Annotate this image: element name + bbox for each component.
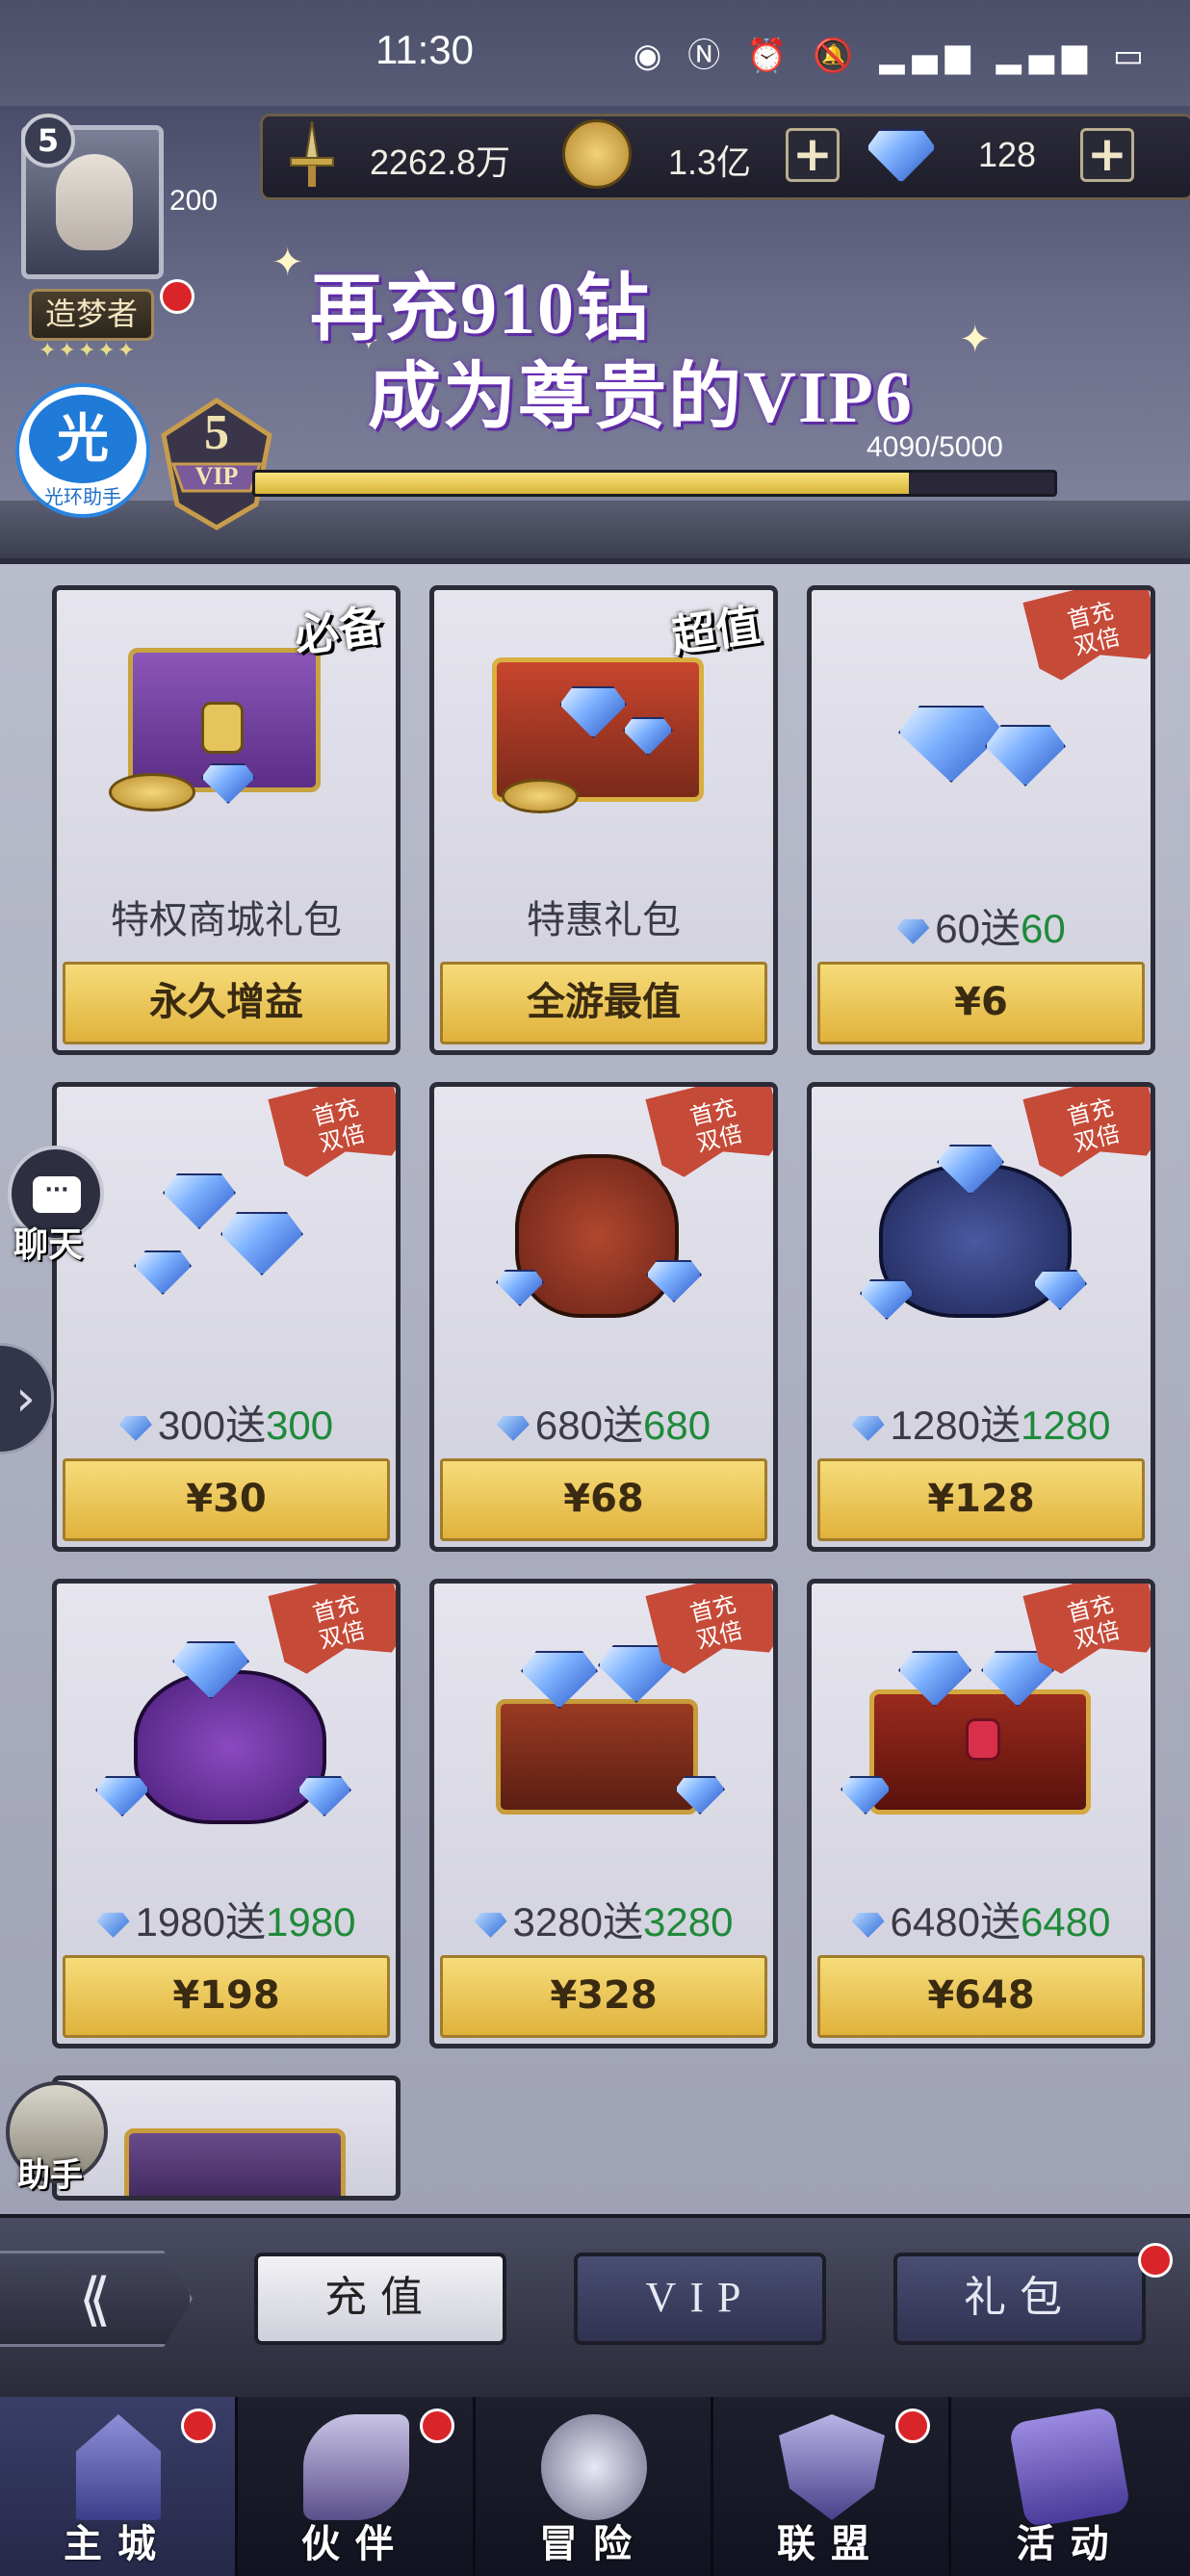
nav-events[interactable]: 活动	[951, 2397, 1189, 2576]
shop-card-diamond-300[interactable]: 首充 双倍 300送300 ¥30	[52, 1082, 401, 1552]
shop-card-privilege-pack[interactable]: 必备 特权商城礼包 永久增益	[52, 585, 401, 1055]
shop-card-special-pack[interactable]: 超值 特惠礼包 全游最值	[429, 585, 778, 1055]
buy-button[interactable]: 全游最值	[440, 962, 767, 1044]
shop-card-diamond-60[interactable]: 首充 双倍 60送60 ¥6	[807, 585, 1155, 1055]
diamond-icon	[474, 1912, 507, 1938]
buy-button[interactable]: ¥68	[440, 1458, 767, 1541]
diamond-amount: 1980送1980	[57, 1890, 396, 1948]
diamond-amount: 300送300	[57, 1393, 396, 1452]
shop-card-diamond-1980[interactable]: 首充 双倍 1980送1980 ¥198	[52, 1579, 401, 2048]
player-level-badge: 5	[21, 114, 75, 167]
vip-level: 5	[204, 405, 229, 460]
nav-label: 联盟	[777, 2522, 885, 2565]
sparkle-icon: ✦	[959, 318, 992, 362]
diamond-icon	[496, 1415, 530, 1441]
diamond-amount: 680送680	[434, 1393, 773, 1452]
castle-icon	[76, 2414, 161, 2520]
vip-label: VIP	[194, 462, 239, 490]
diamond-amount: 6480送6480	[812, 1890, 1151, 1948]
nav-notification-dot	[895, 2409, 930, 2443]
avatar-face	[56, 154, 133, 250]
gold-coin-icon	[562, 119, 632, 189]
diamond-amount: 1280送1280	[812, 1393, 1151, 1452]
buy-button[interactable]: 永久增益	[63, 962, 390, 1044]
nav-label: 主城	[64, 2522, 171, 2565]
compass-icon	[541, 2414, 647, 2520]
chat-icon: ···	[33, 1176, 81, 1213]
card-tag: 必备	[291, 600, 386, 662]
nav-notification-dot	[181, 2409, 216, 2443]
chat-label: 聊天	[13, 1225, 84, 1265]
diamond-icon	[851, 1415, 885, 1441]
card-title: 特惠礼包	[527, 898, 681, 942]
tab-gift[interactable]: 礼包	[893, 2253, 1146, 2345]
shield-icon	[779, 2414, 885, 2520]
buy-button[interactable]: ¥30	[63, 1458, 390, 1541]
title-stars: ✦✦✦✦✦	[39, 339, 138, 363]
shop-card-diamond-3280[interactable]: 首充 双倍 3280送3280 ¥328	[429, 1579, 778, 2048]
system-icons: ◉ Ⓝ ⏰ 🔕 ▂▄▆ ▂▄▆ ▭	[633, 37, 1151, 75]
power-value: 2262.8万	[370, 142, 511, 182]
add-diamond-button[interactable]: +	[1080, 128, 1134, 182]
nav-adventure[interactable]: 冒险	[476, 2397, 713, 2576]
diamond-icon	[851, 1912, 885, 1938]
tab-recharge[interactable]: 充值	[254, 2253, 506, 2345]
diamond-icon	[896, 918, 930, 944]
tab-vip[interactable]: VIP	[574, 2253, 826, 2345]
buy-button[interactable]: ¥128	[817, 1458, 1145, 1541]
vip-progress-fill	[255, 473, 909, 494]
partner-icon	[303, 2414, 409, 2520]
shop-card-diamond-680[interactable]: 首充 双倍 680送680 ¥68	[429, 1082, 778, 1552]
vip-progress-bar	[252, 470, 1057, 497]
diamond-icon	[96, 1912, 130, 1938]
banner-line-2: 成为尊贵的VIP6	[368, 357, 914, 438]
nav-label: 活动	[1016, 2522, 1125, 2565]
add-gold-button[interactable]: +	[786, 128, 840, 182]
back-button[interactable]: ⟪	[0, 2251, 193, 2347]
helper-icon: 光	[29, 395, 137, 483]
card-title: 特权商城礼包	[111, 898, 342, 942]
buy-button[interactable]: ¥328	[440, 1955, 767, 2038]
cards-icon	[1008, 2406, 1131, 2529]
diamond-value: 128	[978, 135, 1037, 174]
shop-card-diamond-1280[interactable]: 首充 双倍 1280送1280 ¥128	[807, 1082, 1155, 1552]
player-power-small: 200	[169, 185, 219, 217]
gift-notification-dot	[1138, 2243, 1173, 2278]
buy-button[interactable]: ¥6	[817, 962, 1145, 1044]
sparkle-icon: ✦	[272, 241, 304, 285]
vip-progress-text: 4090/5000	[867, 431, 1003, 463]
assistant-label: 助手	[17, 2156, 83, 2195]
nav-label: 冒险	[539, 2522, 647, 2565]
helper-label: 光环助手	[44, 485, 121, 508]
shop-card-diamond-6480[interactable]: 首充 双倍 6480送6480 ¥648	[807, 1579, 1155, 2048]
diamond-amount: 60送60	[812, 896, 1151, 955]
gold-value: 1.3亿	[668, 142, 752, 182]
buy-button[interactable]: ¥198	[63, 1955, 390, 2038]
player-title[interactable]: 造梦者	[29, 289, 154, 341]
buy-button[interactable]: ¥648	[817, 1955, 1145, 2038]
title-notification-dot	[160, 279, 194, 314]
diamond-amount: 3280送3280	[434, 1890, 773, 1948]
nav-notification-dot	[420, 2409, 454, 2443]
card-tag: 超值	[668, 600, 763, 662]
diamond-icon	[118, 1415, 152, 1441]
status-time: 11:30	[375, 27, 474, 72]
chest-art	[124, 2128, 346, 2196]
nav-label: 伙伴	[301, 2522, 409, 2565]
sword-icon	[281, 119, 343, 193]
